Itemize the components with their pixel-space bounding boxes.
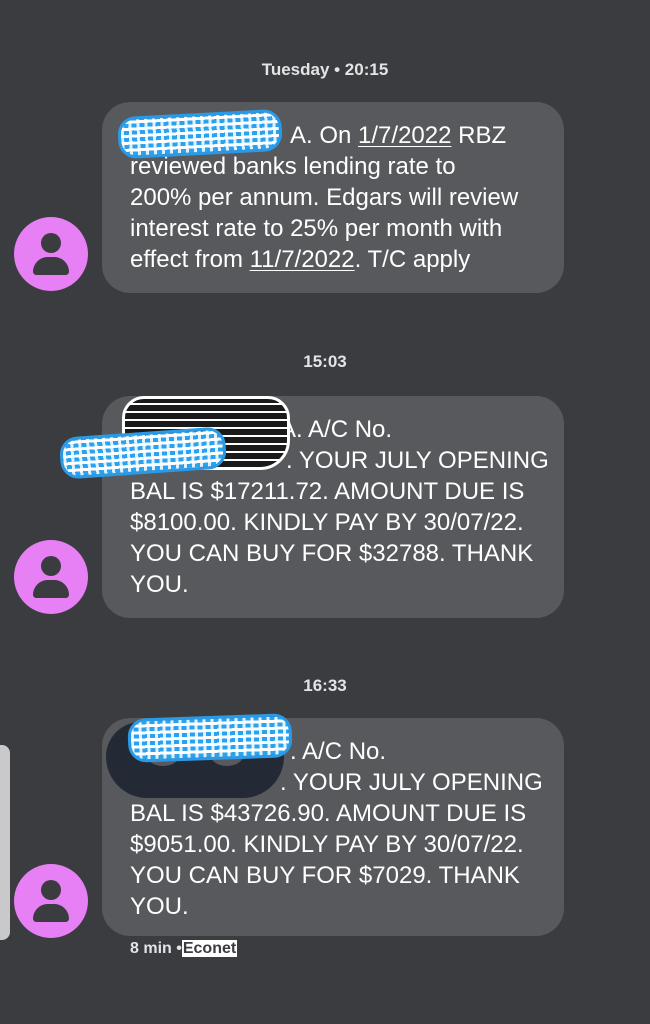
timestamp-header: Tuesday • 20:15	[261, 60, 389, 79]
sender-avatar[interactable]	[14, 217, 88, 291]
person-avatar-icon	[41, 880, 61, 900]
redaction-sticker	[127, 713, 293, 763]
side-panel-handle[interactable]	[0, 745, 10, 940]
carrier-label: Econet	[181, 940, 238, 957]
message-status: 8 min •Econet	[130, 940, 238, 957]
person-avatar-icon	[41, 233, 61, 253]
timestamp-header: 15:03	[303, 352, 347, 371]
timestamp-header: 16:33	[303, 676, 347, 695]
redaction-sticker	[117, 108, 283, 160]
date-link[interactable]: 1/7/2022	[358, 122, 451, 149]
date-link[interactable]: 11/7/2022	[250, 246, 355, 273]
message-thread: Tuesday • 20:15 A. On 1/7/2022 RBZ revie…	[0, 0, 650, 1024]
sender-avatar[interactable]	[14, 864, 88, 938]
person-avatar-icon	[41, 556, 61, 576]
sender-avatar[interactable]	[14, 540, 88, 614]
